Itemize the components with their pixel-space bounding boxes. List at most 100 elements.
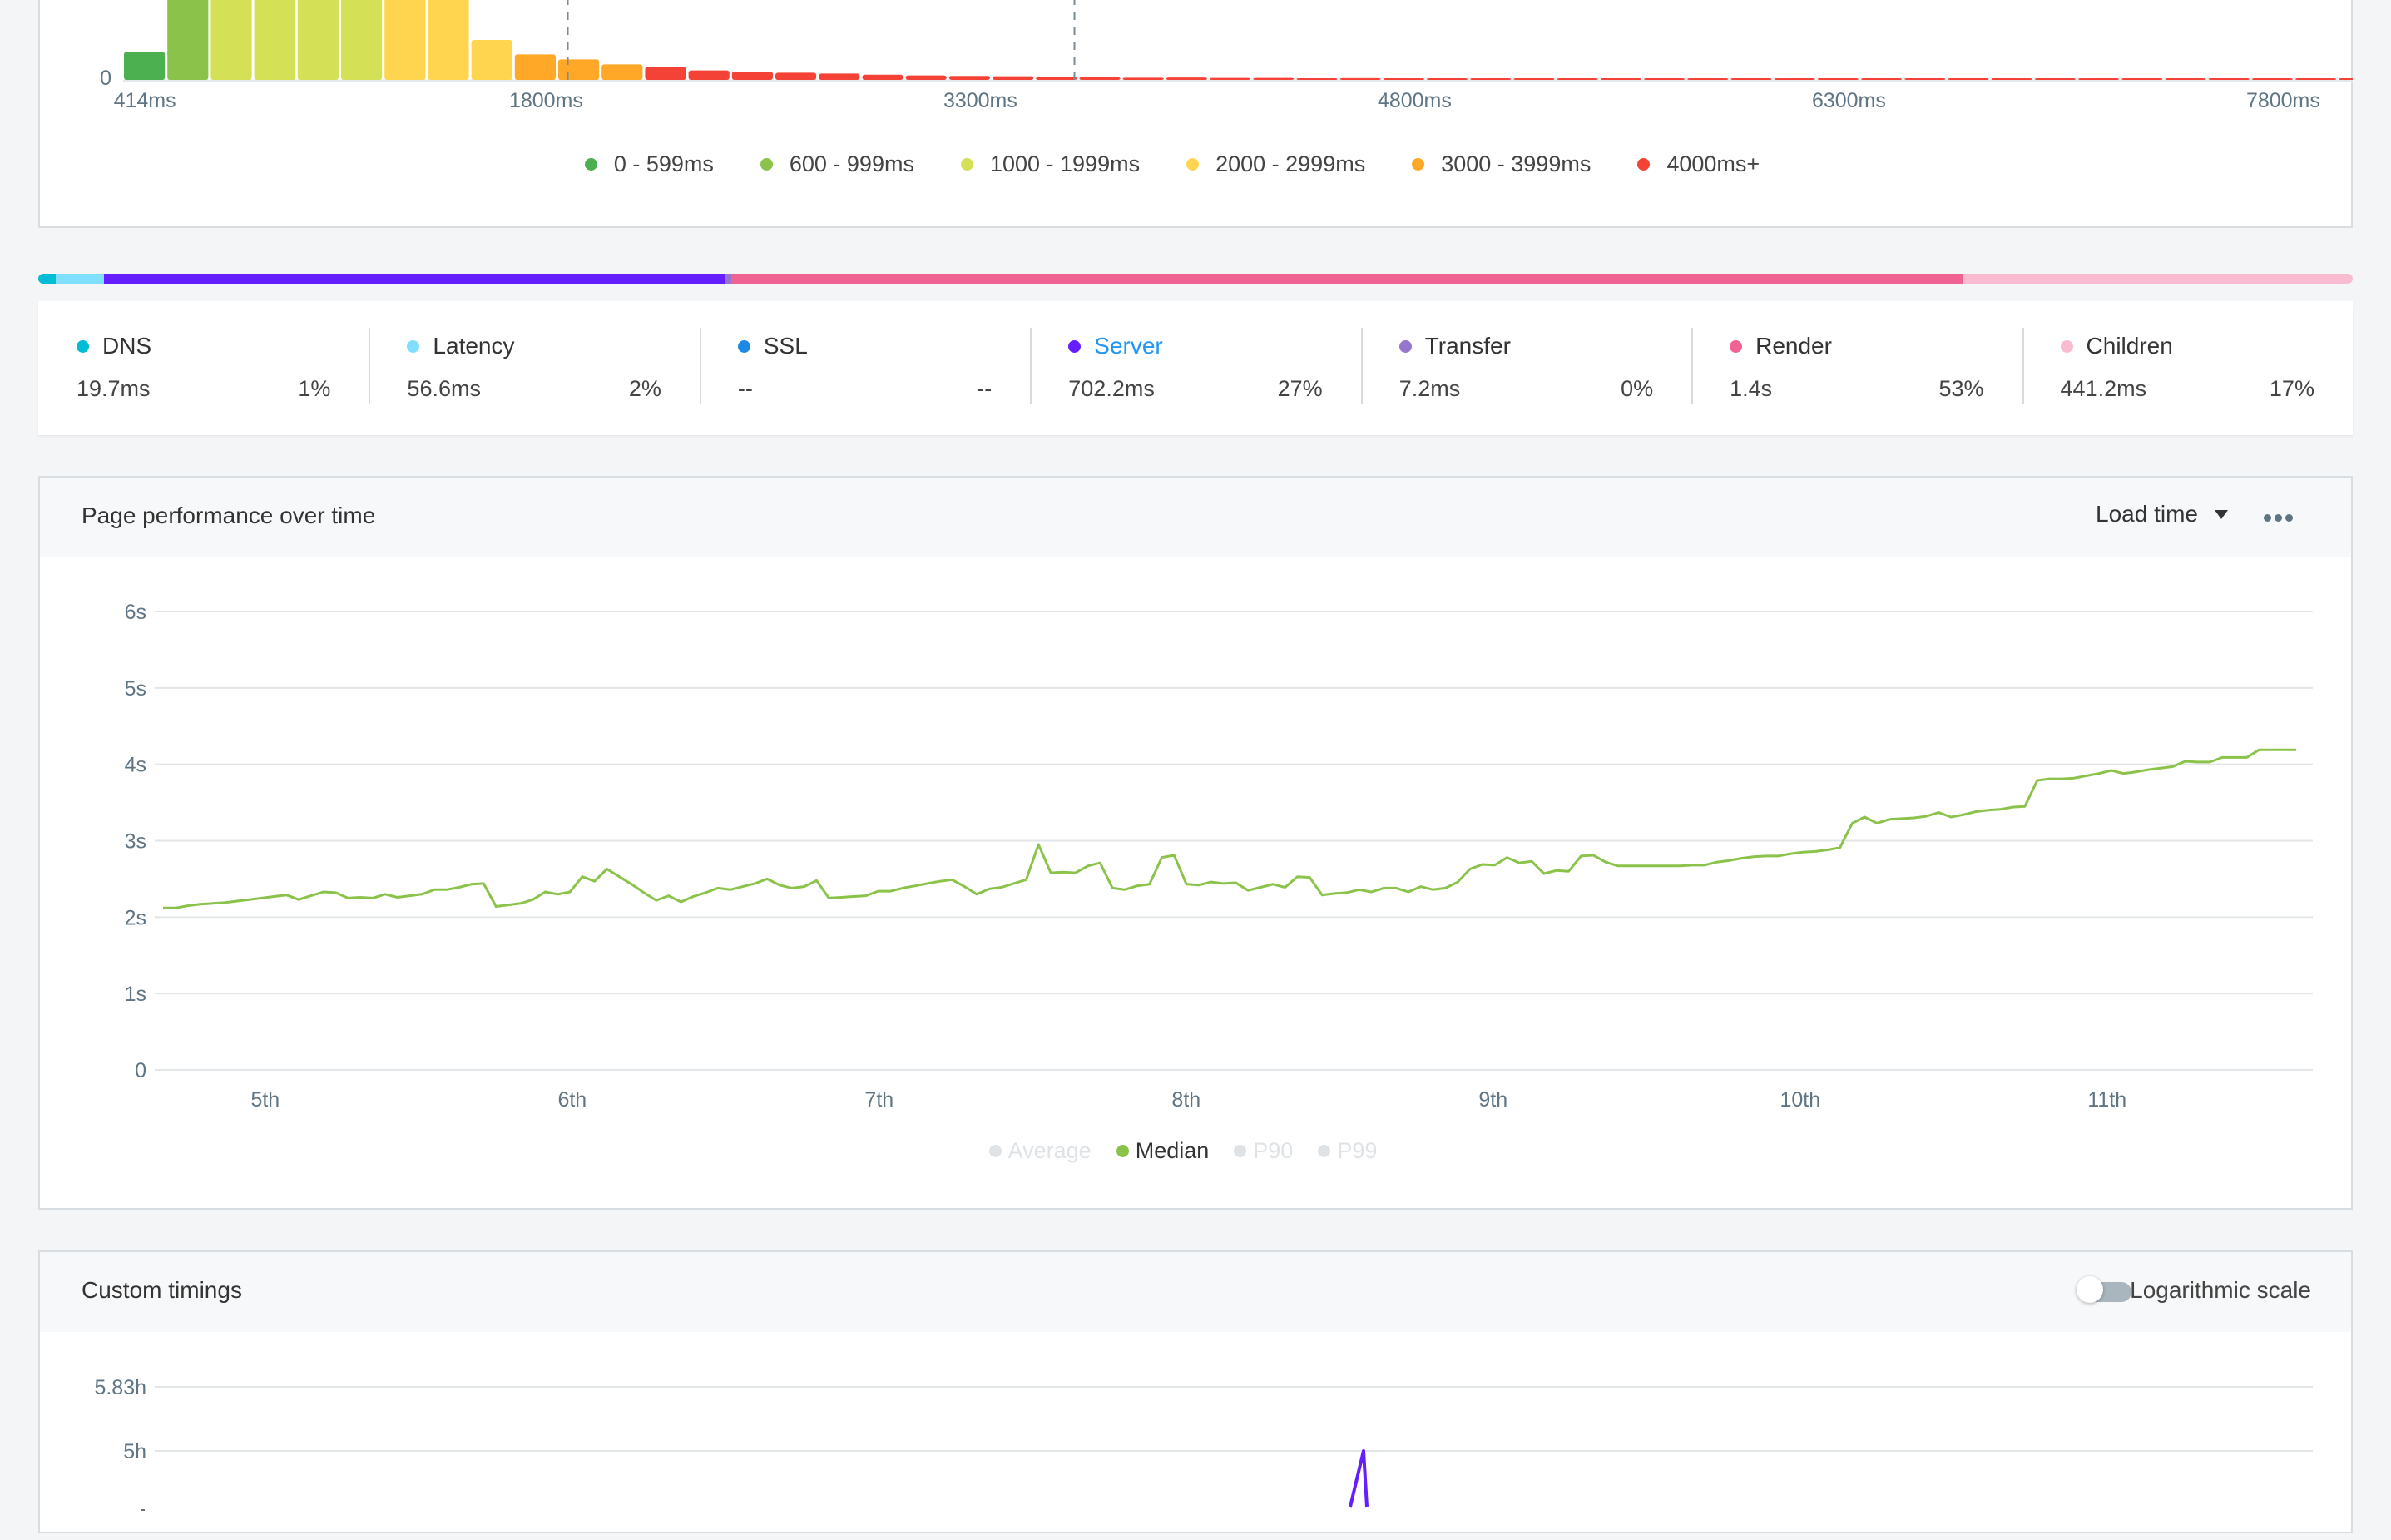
histogram-bar[interactable] (905, 75, 947, 80)
stat-percent: 1% (298, 376, 331, 401)
stat-duration: 1.4s (1730, 376, 1773, 401)
legend-dot-icon (1318, 1145, 1331, 1157)
histogram-bar[interactable] (1210, 77, 1251, 80)
histogram-bar[interactable] (210, 0, 252, 80)
histogram-bar[interactable] (1817, 78, 1859, 80)
legend-item[interactable]: 3000 - 3999ms (1412, 151, 1591, 177)
histogram-bar[interactable] (1774, 78, 1815, 80)
histogram-bar[interactable] (1296, 78, 1338, 80)
y-tick-label: 3s (125, 830, 146, 854)
histogram-bar[interactable] (1079, 77, 1121, 80)
log-scale-toggle[interactable] (2077, 1276, 2131, 1303)
breakdown-segment-render[interactable] (731, 274, 1963, 284)
performance-line-chart: 0 1s 2s 3s 4s 5s 6s 5th 6th 7th 8th 9th 10th 11th (125, 601, 2313, 1112)
histogram-bar[interactable] (645, 67, 686, 80)
stat-transfer[interactable]: Transfer 7.2ms 0% (1360, 301, 1691, 435)
legend-item[interactable]: 2000 - 2999ms (1186, 151, 1365, 177)
histogram-bar[interactable] (1557, 78, 1598, 80)
legend-item[interactable]: 1000 - 1999ms (960, 151, 1140, 177)
stat-label: Children (2086, 333, 2173, 359)
stat-dns[interactable]: DNS 19.7ms 1% (38, 301, 369, 435)
histogram-bar[interactable] (1383, 78, 1424, 80)
histogram-bar[interactable] (2208, 78, 2250, 80)
histogram-bar[interactable] (1730, 78, 1772, 80)
histogram-bar[interactable] (2034, 78, 2076, 80)
stat-server[interactable]: Server 702.2ms 27% (1030, 301, 1360, 435)
stat-children[interactable]: Children 441.2ms 17% (2022, 301, 2353, 435)
stat-ssl[interactable]: SSL -- -- (699, 301, 1030, 435)
x-tick-label: 8th (1171, 1088, 1200, 1112)
histogram-bar[interactable] (1122, 77, 1164, 80)
stat-render[interactable]: Render 1.4s 53% (1691, 301, 2022, 435)
histogram-bar[interactable] (341, 0, 383, 80)
histogram-bar[interactable] (124, 52, 166, 80)
more-options-icon[interactable] (2264, 514, 2293, 522)
legend-dot-icon (584, 158, 597, 171)
custom-timings-chart: 5.83h 5h (94, 1376, 2313, 1511)
histogram-bar[interactable] (1861, 78, 1903, 80)
histogram-bar[interactable] (1339, 77, 1381, 80)
histogram-bar[interactable] (2165, 78, 2206, 80)
legend-item-p90[interactable]: P90 (1234, 1138, 1293, 1164)
breakdown-segment-dns[interactable] (38, 274, 56, 284)
stat-name: Server (1068, 333, 1322, 359)
histogram-bar[interactable] (688, 70, 730, 80)
histogram-bar[interactable] (2251, 78, 2293, 80)
breakdown-segment-latency[interactable] (55, 274, 105, 284)
y-tick-label: 4s (125, 754, 146, 777)
series-line-median[interactable] (163, 748, 2296, 909)
x-tick-label: 6300ms (1812, 89, 1886, 112)
histogram-bar[interactable] (1948, 78, 1989, 80)
histogram-bar[interactable] (1687, 78, 1729, 80)
histogram-bar[interactable] (2339, 78, 2353, 80)
histogram-bar[interactable] (1253, 77, 1295, 80)
stat-latency[interactable]: Latency 56.6ms 2% (369, 301, 699, 435)
histogram-bar[interactable] (167, 0, 209, 80)
histogram-bar[interactable] (2121, 78, 2163, 80)
legend-item-average[interactable]: Average (988, 1138, 1092, 1164)
histogram-bar[interactable] (1513, 78, 1555, 80)
histogram-bar[interactable] (1904, 78, 1946, 80)
stat-label: DNS (102, 333, 152, 359)
histogram-bar[interactable] (558, 59, 600, 80)
histogram-bar[interactable] (862, 74, 903, 80)
legend-item-median[interactable]: Median (1116, 1138, 1209, 1164)
histogram-bar[interactable] (2078, 78, 2120, 80)
legend-item[interactable]: 0 - 599ms (584, 151, 714, 177)
timing-breakdown-stats: DNS 19.7ms 1% Latency 56.6ms 2% SSL -- -- Server 7… (38, 301, 2353, 435)
histogram-bar[interactable] (1470, 78, 1512, 80)
breakdown-segment-transfer[interactable] (724, 274, 732, 284)
histogram-bar[interactable] (1600, 78, 1641, 80)
histogram-bar[interactable] (1166, 77, 1207, 80)
breakdown-segment-children[interactable] (1963, 274, 2353, 284)
histogram-bar[interactable] (993, 76, 1034, 80)
histogram-bar[interactable] (2295, 78, 2337, 80)
histogram-bar[interactable] (601, 64, 643, 80)
breakdown-segment-server[interactable] (104, 274, 725, 284)
metric-dropdown[interactable]: Load time (2096, 501, 2228, 527)
histogram-bar[interactable] (384, 0, 426, 80)
stat-values: 19.7ms 1% (77, 376, 330, 402)
histogram-bar[interactable] (775, 72, 817, 80)
legend-dot-icon (407, 339, 420, 353)
series-line-custom[interactable] (1349, 1449, 1369, 1508)
histogram-bar[interactable] (948, 76, 990, 80)
histogram-bar[interactable] (1644, 78, 1686, 80)
histogram-bar[interactable] (1036, 77, 1077, 80)
histogram-bar[interactable] (297, 0, 339, 80)
histogram-bar[interactable] (819, 73, 860, 80)
histogram-legend: 0 - 599ms 600 - 999ms 1000 - 1999ms 2000 - … (40, 151, 2351, 177)
histogram-bar[interactable] (731, 72, 773, 80)
histogram-bar[interactable] (254, 0, 295, 80)
legend-label: 600 - 999ms (789, 151, 914, 176)
histogram-bar[interactable] (1427, 78, 1468, 80)
stat-duration: 702.2ms (1068, 376, 1155, 401)
legend-item[interactable]: 4000ms+ (1637, 151, 1760, 177)
legend-item[interactable]: 600 - 999ms (760, 151, 914, 177)
histogram-bar[interactable] (471, 40, 512, 80)
histogram-bar[interactable] (1991, 78, 2032, 80)
histogram-bar[interactable] (428, 0, 469, 80)
x-tick-label: 11th (2087, 1088, 2126, 1112)
legend-item-p99[interactable]: P99 (1318, 1138, 1377, 1164)
histogram-bar[interactable] (514, 54, 556, 80)
